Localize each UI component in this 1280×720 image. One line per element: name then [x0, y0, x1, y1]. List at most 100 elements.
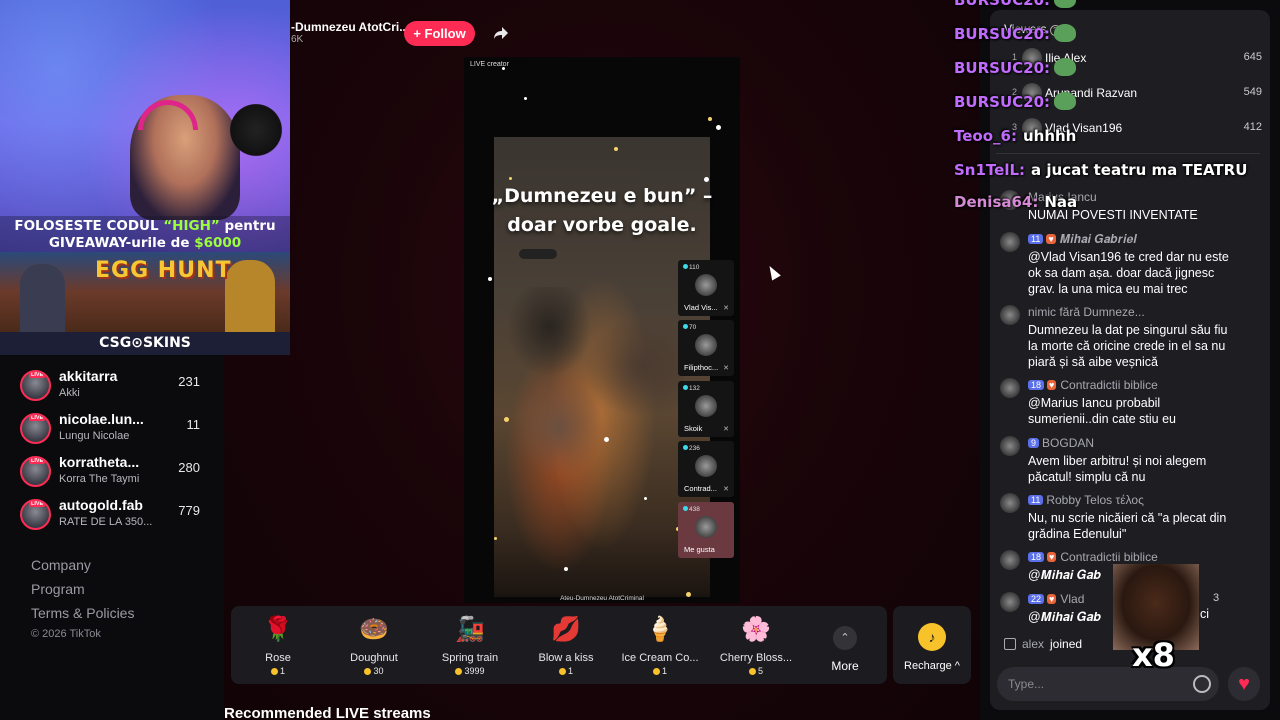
- creator-subtitle: Akki: [59, 387, 80, 399]
- guest-avatar: [695, 395, 717, 417]
- sponsor-logo: CSG⊙SKINS: [0, 332, 290, 355]
- join-text: joined: [1050, 637, 1083, 651]
- more-gifts-label: More: [831, 659, 859, 673]
- sparkle-dot: [509, 177, 512, 180]
- video-caption-line-1: „Dumnezeu e bun” –: [491, 185, 713, 207]
- sparkle-dot: [524, 97, 527, 100]
- overlay-chat-line: BURSUC20:: [954, 58, 1082, 77]
- chat-username[interactable]: nimic fără Dumneze...: [1028, 305, 1145, 319]
- creator-row[interactable]: LIVE korratheta... Korra The Taymi 280: [20, 454, 200, 494]
- guest-tile[interactable]: 110 Vlad Vis... ✕: [678, 260, 734, 316]
- chat-avatar[interactable]: [1000, 550, 1020, 570]
- footer-terms-link[interactable]: Terms & Policies: [31, 605, 134, 621]
- coin-icon: [364, 668, 372, 675]
- promo-line-2: GIVEAWAY-urile de $6000: [0, 235, 290, 252]
- chat-avatar[interactable]: [1000, 436, 1020, 456]
- chat-username[interactable]: Vlad: [1060, 592, 1084, 606]
- gift-item[interactable]: 🍩 Doughnut 30: [339, 606, 409, 684]
- like-heart-icon[interactable]: ♥: [1228, 667, 1260, 701]
- gift-icon: 🚂: [455, 616, 485, 643]
- gift-item[interactable]: 🚂 Spring train 3999: [432, 606, 508, 684]
- creator-name[interactable]: akkitarra: [59, 368, 117, 384]
- more-gifts-button[interactable]: ⌃ More: [823, 606, 867, 684]
- join-user[interactable]: alex: [1022, 637, 1044, 651]
- footer-company-link[interactable]: Company: [31, 557, 91, 573]
- chat-avatar[interactable]: [1000, 592, 1020, 612]
- promo-text-a: FOLOSESTE CODUL: [14, 218, 164, 234]
- gift-name: Cherry Bloss...: [719, 652, 793, 664]
- gift-item[interactable]: 🍦 Ice Cream Co... 1: [615, 606, 705, 684]
- video-caption-line-2: doar vorbe goale.: [507, 214, 697, 236]
- video-figures: [504, 287, 684, 487]
- chat-message-text: Nu, nu scrie nicăieri că "a plecat din g…: [1028, 511, 1227, 541]
- fan-badge-icon: ♥: [1047, 552, 1057, 562]
- footer-copyright: © 2026 TikTok: [31, 628, 101, 640]
- overlay-username: Teoo_6:: [954, 127, 1017, 145]
- chat-avatar[interactable]: [1000, 493, 1020, 513]
- gift-item[interactable]: 🌸 Cherry Bloss... 5: [713, 606, 799, 684]
- banner-title: EGG HUNT: [95, 258, 232, 283]
- gift-name: Blow a kiss: [538, 652, 594, 664]
- gift-item[interactable]: 💋 Blow a kiss 1: [528, 606, 604, 684]
- chat-username[interactable]: Contradictii biblice: [1060, 378, 1157, 392]
- overlay-message: Naa: [1044, 193, 1078, 211]
- left-sidebar: [0, 355, 224, 720]
- creator-subtitle: Korra The Taymi: [59, 473, 140, 485]
- creator-name[interactable]: nicolae.lun...: [59, 411, 144, 427]
- chat-username[interactable]: BOGDAN: [1042, 436, 1094, 450]
- helicopter-silhouette: [519, 249, 557, 259]
- chat-avatar[interactable]: [1000, 378, 1020, 398]
- egg-hunt-banner: EGG HUNT: [0, 252, 290, 332]
- gift-price-value: 1: [279, 666, 285, 676]
- creator-subtitle: Lungu Nicolae: [59, 430, 130, 442]
- chat-username[interactable]: Robby Telos τέλος: [1046, 493, 1144, 507]
- coin-icon: [455, 668, 463, 675]
- chat-avatar[interactable]: [1000, 305, 1020, 325]
- creator-avatar[interactable]: LIVE: [20, 413, 51, 444]
- creator-subtitle: RATE DE LA 350...: [59, 516, 153, 528]
- guest-score-icon: [683, 264, 688, 269]
- chat-avatar[interactable]: [1000, 232, 1020, 252]
- chat-message-text: Dumnezeu la dat pe singurul său fiu la m…: [1028, 323, 1228, 369]
- chat-username[interactable]: Contradictii biblice: [1060, 550, 1157, 564]
- gift-multiplier: x8: [1132, 636, 1175, 674]
- promo-text-c: GIVEAWAY-urile de: [48, 235, 195, 251]
- chat-input[interactable]: Type...: [997, 667, 1219, 701]
- footer-program-link[interactable]: Program: [31, 581, 85, 597]
- creator-name[interactable]: korratheta...: [59, 454, 139, 470]
- host-name[interactable]: -Dumnezeu AtotCri...: [291, 20, 409, 34]
- gift-icon: 🍩: [359, 616, 389, 643]
- pepe-emote-icon: [1054, 0, 1077, 8]
- gift-price-value: 30: [373, 666, 384, 676]
- viewer-score: 412: [1243, 121, 1262, 133]
- follow-button[interactable]: + Follow: [404, 21, 475, 46]
- recharge-button[interactable]: ♪ Recharge ^: [893, 606, 971, 684]
- creator-avatar[interactable]: LIVE: [20, 456, 51, 487]
- gift-icon: 🍦: [645, 616, 675, 643]
- gift-item[interactable]: 🌹 Rose 1: [243, 606, 313, 684]
- creator-row[interactable]: LIVE autogold.fab RATE DE LA 350... 779: [20, 497, 200, 537]
- mic-muted-icon: ✕: [723, 365, 729, 372]
- overlay-username: Sn1TelL:: [954, 161, 1026, 179]
- level-badge: 9: [1028, 438, 1040, 448]
- chat-username[interactable]: 𝑴𝒊𝒉𝒂𝒊 𝑮𝒂𝒃𝒓𝒊𝒆𝒍: [1060, 232, 1137, 246]
- guest-tile[interactable]: 70 Filipthoc... ✕: [678, 320, 734, 376]
- creator-row[interactable]: LIVE akkitarra Akki 231: [20, 368, 200, 408]
- guest-tile[interactable]: 236 Contrad... ✕: [678, 441, 734, 497]
- creator-avatar[interactable]: LIVE: [20, 370, 51, 401]
- creator-avatar[interactable]: LIVE: [20, 499, 51, 530]
- fan-badge-icon: ♥: [1046, 234, 1056, 244]
- guest-avatar: [695, 455, 717, 477]
- overlay-chat-line: Sn1TelL: a jucat teatru ma TEATRU: [954, 161, 1247, 179]
- creator-row[interactable]: LIVE nicolae.lun... Lungu Nicolae 11: [20, 411, 200, 451]
- level-badge: 18: [1028, 552, 1045, 562]
- gift-name: Ice Cream Co...: [621, 652, 699, 664]
- guest-tile[interactable]: 438 Me gusta: [678, 502, 734, 558]
- creator-name[interactable]: autogold.fab: [59, 497, 143, 513]
- guest-score-value: 110: [689, 264, 700, 271]
- gift-price-value: 3999: [464, 666, 485, 676]
- guest-tile[interactable]: 132 Skoik ✕: [678, 381, 734, 437]
- share-icon[interactable]: [494, 27, 508, 39]
- emoji-icon[interactable]: [1193, 675, 1211, 693]
- sparkle-dot: [502, 67, 505, 70]
